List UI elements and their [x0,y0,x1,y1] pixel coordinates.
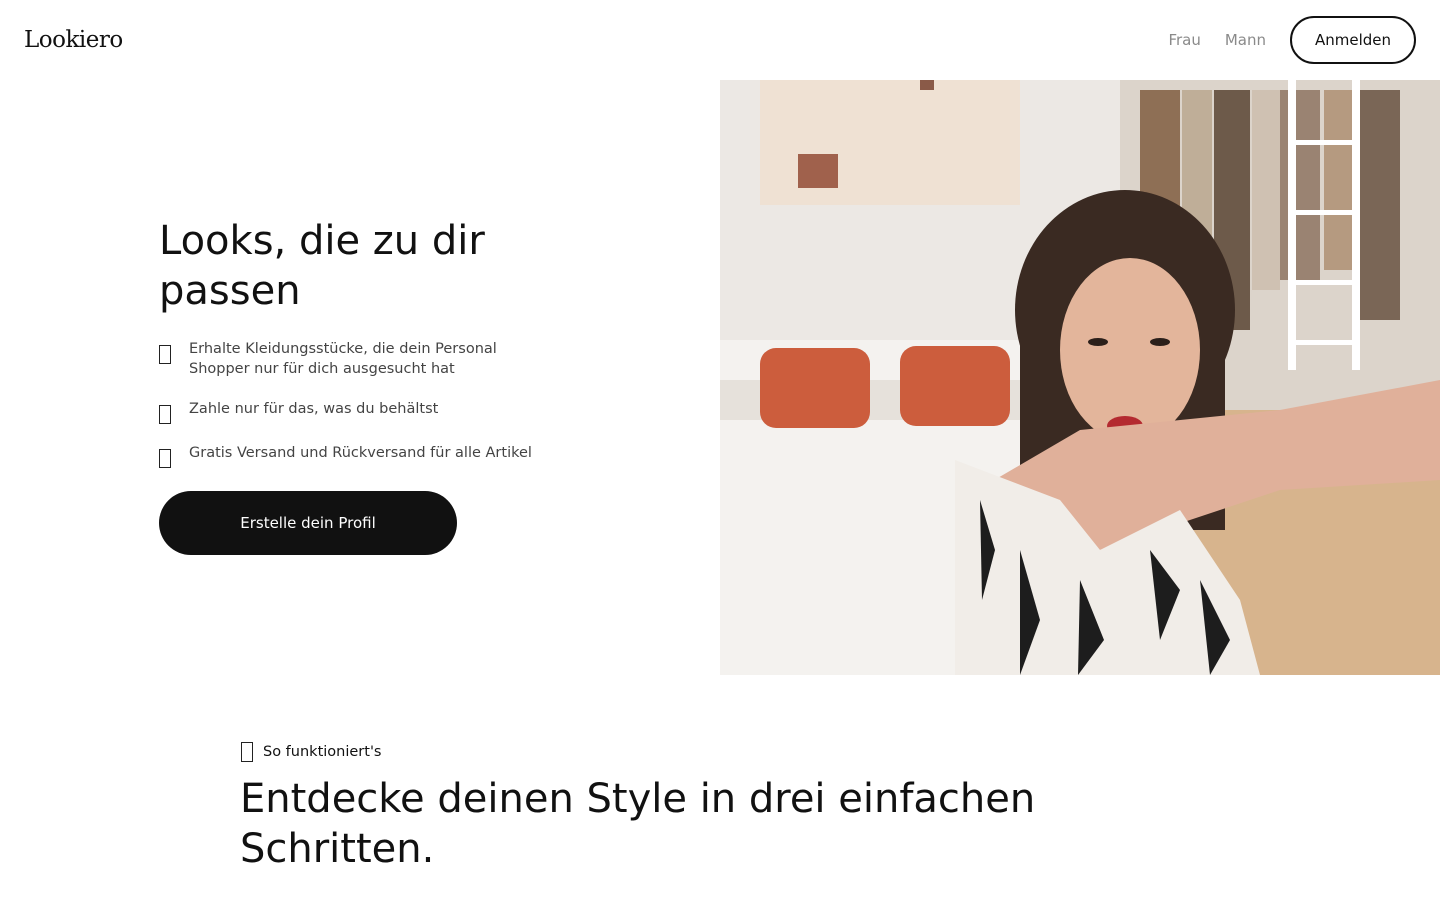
check-icon [159,449,171,468]
benefit-text: Zahle nur für das, was du behältst [189,401,439,417]
how-it-works-text: So funktioniert's [263,744,382,760]
step-icon [241,742,253,762]
hero-title: Looks, die zu dir passen [159,218,485,314]
nav-link-frau[interactable]: Frau [1168,31,1200,49]
nav-link-mann[interactable]: Mann [1225,31,1266,49]
site-header: Lookiero Frau Mann Anmelden [0,0,1440,80]
benefit-item: Gratis Versand und Rückversand für alle … [159,442,559,486]
benefit-text: Erhalte Kleidungsstücke, die dein Person… [189,341,497,377]
benefit-item: Erhalte Kleidungsstücke, die dein Person… [159,338,559,398]
logo[interactable]: Lookiero [24,27,123,53]
hero-photo [720,80,1440,675]
how-it-works-title: Entdecke deinen Style in drei einfachen … [240,776,1036,872]
check-icon [159,405,171,424]
create-profile-button[interactable]: Erstelle dein Profil [159,491,457,555]
check-icon [159,345,171,364]
benefit-item: Zahle nur für das, was du behältst [159,398,559,442]
benefits-list: Erhalte Kleidungsstücke, die dein Person… [159,338,559,486]
how-it-works-label: So funktioniert's [241,742,381,762]
main-nav: Frau Mann Anmelden [1168,16,1416,64]
benefit-text: Gratis Versand und Rückversand für alle … [189,445,532,461]
hero-image [720,80,1440,675]
login-button[interactable]: Anmelden [1290,16,1416,64]
